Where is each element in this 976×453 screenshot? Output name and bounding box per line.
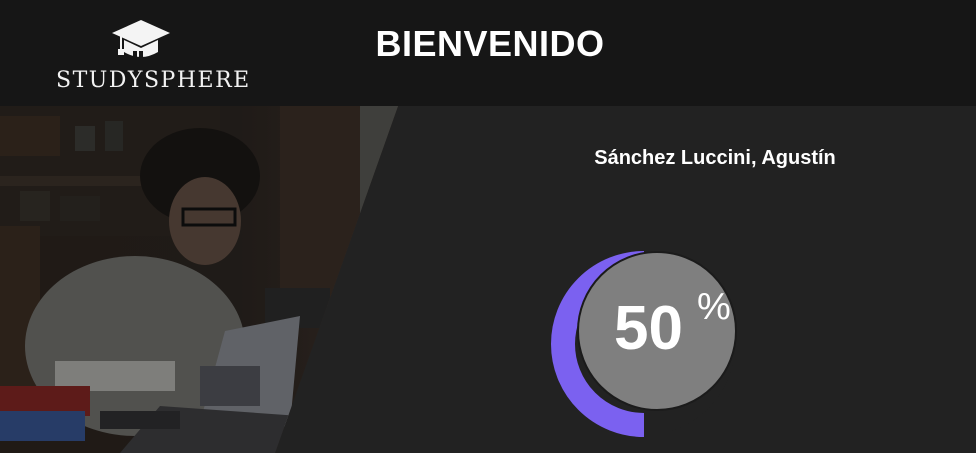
top-bar: STUDYSPHERE BIENVENIDO [0, 0, 976, 106]
progress-percent-value: 50 [614, 294, 683, 363]
welcome-text: BIENVENIDO [375, 23, 605, 64]
user-full-name: Sánchez Luccini, Agustín [594, 147, 836, 169]
student-studying-photo [0, 106, 398, 453]
brand-name: STUDYSPHERE [56, 68, 251, 93]
percent-sign: % [697, 286, 731, 328]
welcome-heading: BIENVENIDO [0, 23, 976, 65]
